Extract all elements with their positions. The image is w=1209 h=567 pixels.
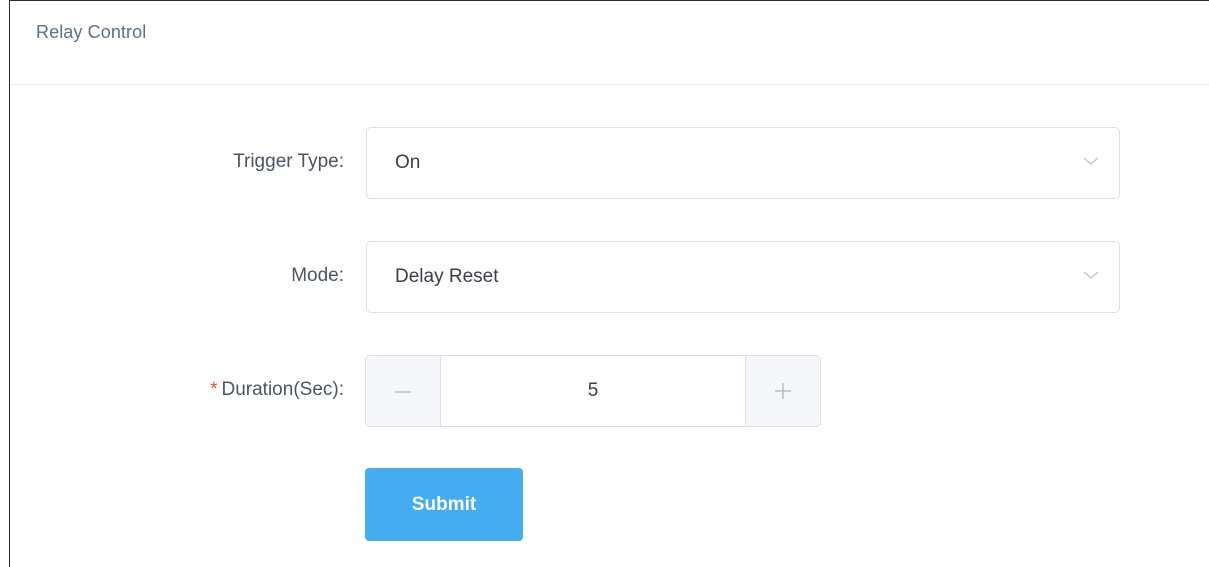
mode-select[interactable]: Delay Reset bbox=[366, 241, 1120, 313]
mode-label: Mode: bbox=[291, 265, 344, 286]
duration-label: * Duration(Sec): bbox=[210, 379, 344, 401]
trigger-type-value: On bbox=[395, 152, 421, 173]
chevron-down-icon bbox=[1083, 271, 1099, 279]
panel-header: Relay Control bbox=[10, 1, 1209, 85]
plus-icon bbox=[775, 383, 791, 399]
trigger-type-label: Trigger Type: bbox=[233, 151, 344, 172]
minus-icon bbox=[395, 391, 411, 393]
chevron-down-icon bbox=[1083, 157, 1099, 165]
required-asterisk: * bbox=[210, 379, 218, 400]
submit-button[interactable]: Submit bbox=[365, 468, 523, 541]
duration-stepper[interactable]: 5 bbox=[365, 355, 821, 427]
duration-row: * Duration(Sec): 5 bbox=[10, 355, 1209, 427]
mode-row: Mode: Delay Reset bbox=[10, 241, 1209, 313]
trigger-type-row: Trigger Type: On bbox=[10, 127, 1209, 199]
mode-value: Delay Reset bbox=[395, 266, 499, 287]
duration-label-text: Duration(Sec): bbox=[221, 379, 345, 400]
duration-input[interactable]: 5 bbox=[441, 356, 745, 426]
relay-control-panel: Relay Control Trigger Type: On Mode: Del… bbox=[9, 0, 1209, 567]
trigger-type-select[interactable]: On bbox=[366, 127, 1120, 199]
decrement-button[interactable] bbox=[366, 356, 441, 426]
panel-title: Relay Control bbox=[36, 22, 147, 42]
increment-button[interactable] bbox=[745, 356, 820, 426]
